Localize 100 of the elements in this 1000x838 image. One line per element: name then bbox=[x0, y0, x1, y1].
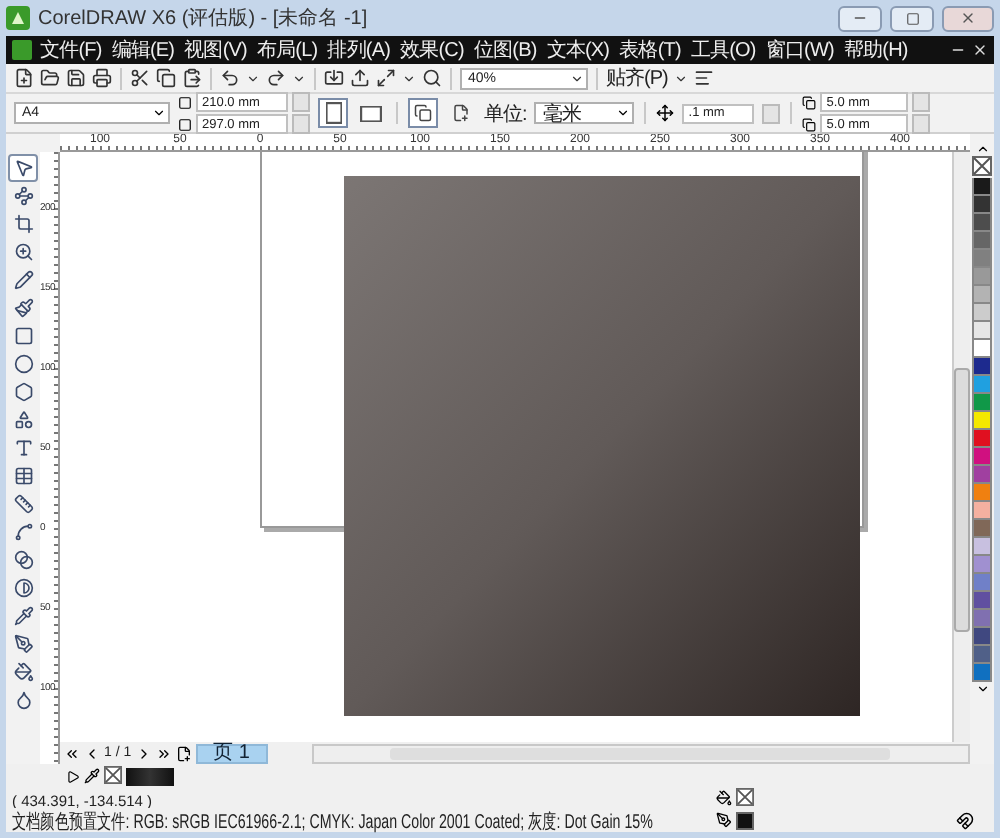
fill-icon bbox=[716, 790, 732, 806]
menu-item[interactable]: 工具(O) bbox=[688, 36, 758, 64]
window-title: CorelDRAW X6 (评估版) - [未命名 -1] bbox=[38, 5, 368, 32]
redo-icon[interactable] bbox=[266, 68, 286, 88]
new-file-icon[interactable] bbox=[14, 68, 34, 88]
zoom-icon bbox=[13, 242, 33, 262]
caret-icon bbox=[402, 71, 416, 85]
color-swatch[interactable] bbox=[972, 448, 992, 466]
caret-icon bbox=[570, 71, 584, 85]
menu-item[interactable]: 排列(A) bbox=[325, 36, 393, 64]
no-color-swatch[interactable] bbox=[972, 156, 992, 176]
color-swatch[interactable] bbox=[972, 556, 992, 574]
nudge-icon bbox=[656, 104, 675, 122]
paste-icon[interactable] bbox=[182, 68, 202, 88]
units-label: 单位: bbox=[484, 101, 527, 127]
color-swatch[interactable] bbox=[972, 520, 992, 538]
color-swatch[interactable] bbox=[972, 610, 992, 628]
droplet-icon bbox=[13, 690, 33, 710]
color-swatch[interactable] bbox=[972, 232, 992, 250]
import-icon[interactable] bbox=[324, 68, 344, 88]
color-swatch[interactable] bbox=[972, 196, 992, 214]
copy-icon[interactable] bbox=[156, 68, 176, 88]
first-page-icon bbox=[64, 745, 80, 761]
caret-icon bbox=[152, 106, 166, 120]
color-swatch[interactable] bbox=[972, 502, 992, 520]
printer-icon[interactable] bbox=[92, 68, 112, 88]
page-tab[interactable]: 页 1 bbox=[195, 743, 268, 763]
save-icon[interactable] bbox=[66, 68, 86, 88]
color-swatch[interactable] bbox=[972, 358, 992, 376]
caret-icon bbox=[292, 71, 306, 85]
color-swatch[interactable] bbox=[972, 664, 992, 682]
document-palette-swatch[interactable] bbox=[126, 767, 174, 785]
maximize-button[interactable] bbox=[890, 5, 934, 31]
fill-swatch[interactable] bbox=[736, 788, 754, 806]
color-swatch[interactable] bbox=[972, 430, 992, 448]
node-icon bbox=[13, 186, 33, 206]
export-icon[interactable] bbox=[350, 68, 370, 88]
menu-item[interactable]: 位图(B) bbox=[471, 36, 539, 64]
undo-icon[interactable] bbox=[220, 68, 240, 88]
color-swatch[interactable] bbox=[972, 484, 992, 502]
ellipse-icon bbox=[13, 354, 33, 374]
scroll-up-icon bbox=[975, 142, 989, 156]
scissors-icon[interactable] bbox=[130, 68, 150, 88]
maximize-icon bbox=[905, 11, 919, 25]
color-swatch[interactable] bbox=[972, 646, 992, 664]
menu-item[interactable]: 表格(T) bbox=[617, 36, 683, 64]
vertical-scrollbar[interactable] bbox=[952, 152, 970, 742]
add-page-icon bbox=[175, 745, 192, 761]
no-color-swatch[interactable] bbox=[104, 766, 122, 784]
color-swatch[interactable] bbox=[972, 322, 992, 340]
brush-icon bbox=[13, 298, 33, 318]
color-swatch[interactable] bbox=[972, 412, 992, 430]
menu-item[interactable]: 效果(C) bbox=[398, 36, 466, 64]
contrast-icon bbox=[13, 578, 33, 598]
horizontal-scrollbar[interactable] bbox=[311, 743, 970, 763]
play-icon bbox=[66, 769, 80, 783]
color-swatch[interactable] bbox=[972, 268, 992, 286]
snap-menu[interactable]: 贴齐(P) bbox=[606, 64, 668, 92]
color-swatch[interactable] bbox=[972, 376, 992, 394]
color-swatch[interactable] bbox=[972, 538, 992, 556]
units-select[interactable]: 毫米 bbox=[534, 102, 635, 124]
color-swatch[interactable] bbox=[972, 250, 992, 268]
magnet-icon bbox=[956, 811, 974, 829]
pointer-icon bbox=[13, 158, 33, 178]
last-page-icon bbox=[155, 745, 172, 761]
color-swatch[interactable] bbox=[972, 214, 992, 232]
color-swatch[interactable] bbox=[972, 286, 992, 304]
pages-icon bbox=[414, 104, 432, 122]
close-icon bbox=[972, 42, 988, 58]
color-swatch[interactable] bbox=[972, 628, 992, 646]
blend-icon bbox=[13, 550, 33, 570]
color-swatch[interactable] bbox=[972, 394, 992, 412]
menu-item[interactable]: 编辑(E) bbox=[109, 36, 177, 64]
folder-icon[interactable] bbox=[40, 68, 60, 88]
menu-item[interactable]: 窗口(W) bbox=[763, 36, 836, 64]
crop-icon bbox=[13, 214, 33, 234]
menu-item[interactable]: 文件(F) bbox=[38, 36, 104, 64]
shapes-icon bbox=[13, 410, 33, 430]
color-swatch[interactable] bbox=[972, 178, 992, 196]
search-icon[interactable] bbox=[422, 68, 442, 88]
align-icon[interactable] bbox=[693, 68, 714, 88]
color-swatch[interactable] bbox=[972, 340, 992, 358]
pencil-icon bbox=[13, 270, 33, 290]
color-swatch[interactable] bbox=[972, 304, 992, 322]
menu-item[interactable]: 文本(X) bbox=[544, 36, 612, 64]
color-swatch[interactable] bbox=[972, 466, 992, 484]
menu-item[interactable]: 布局(L) bbox=[254, 36, 320, 64]
color-swatch[interactable] bbox=[972, 574, 992, 592]
paint-bucket-icon bbox=[13, 662, 33, 682]
menu-item[interactable]: 帮助(H) bbox=[841, 36, 910, 64]
pen-nib-icon bbox=[13, 634, 33, 654]
all-pages-button[interactable] bbox=[408, 98, 438, 128]
color-swatch[interactable] bbox=[972, 592, 992, 610]
portrait-button[interactable] bbox=[318, 98, 348, 128]
menu-item[interactable]: 视图(V) bbox=[182, 36, 249, 64]
caret-icon bbox=[616, 106, 631, 120]
table-icon bbox=[13, 466, 33, 486]
tool-button[interactable] bbox=[8, 154, 38, 182]
eyedropper-icon bbox=[84, 768, 100, 784]
scroll-down-icon bbox=[975, 682, 989, 696]
